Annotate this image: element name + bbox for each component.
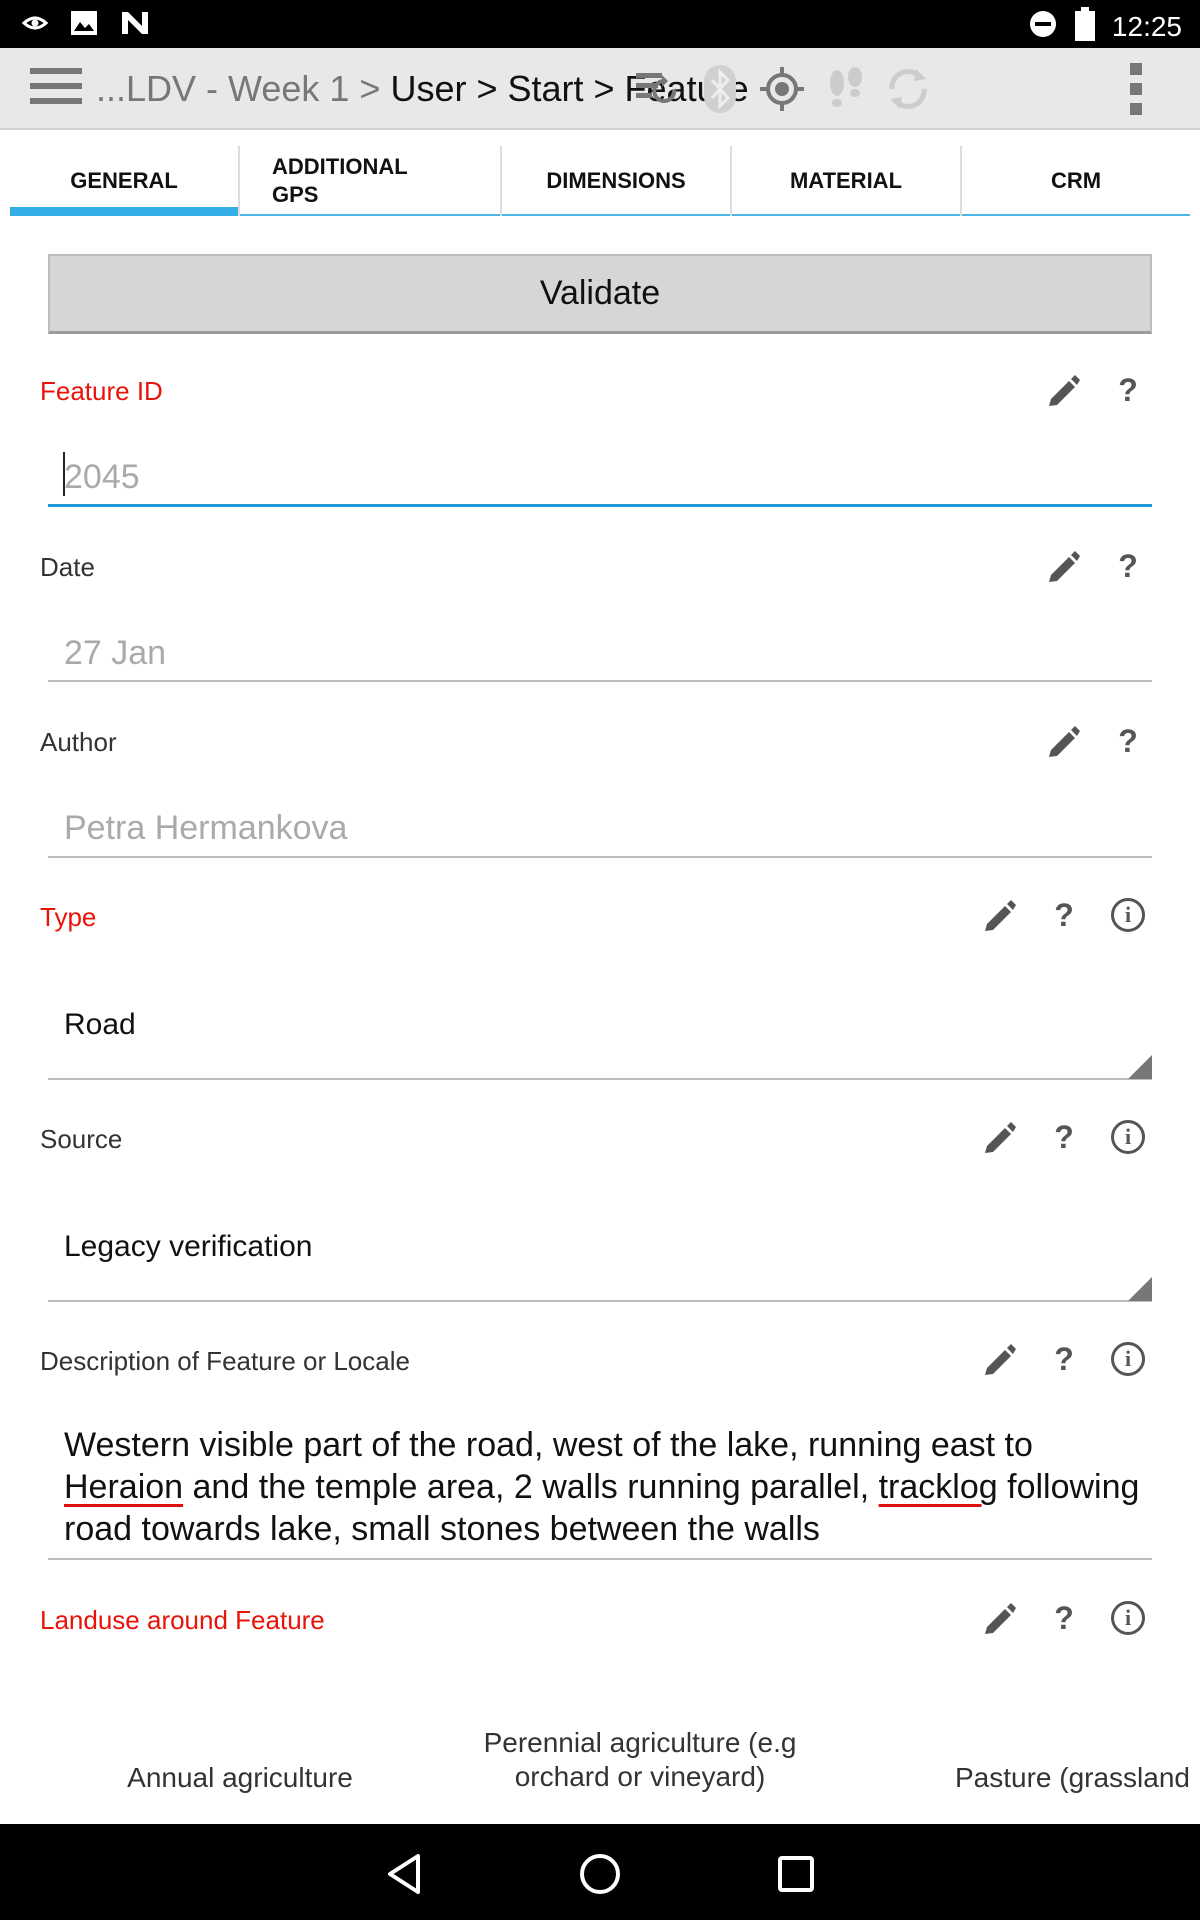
tab-crm[interactable]: CRM [962,146,1190,216]
description-underline [48,1558,1152,1560]
help-icon[interactable]: ? [1106,544,1150,588]
info-icon[interactable]: i [1106,1337,1150,1381]
overflow-menu-icon[interactable] [1108,60,1164,118]
tab-additional-gps[interactable]: ADDITIONAL GPS [240,146,502,216]
image-icon [70,10,98,41]
description-label: Description of Feature or Locale [40,1346,410,1376]
status-bar: 12:25 [0,0,1200,48]
refresh-icon[interactable] [880,60,936,118]
type-underline [48,1078,1152,1080]
back-icon[interactable] [376,1846,432,1902]
n-logo-icon [120,10,150,41]
do-not-disturb-icon [1028,9,1058,44]
edit-icon[interactable] [1042,368,1086,412]
landuse-option-perennial[interactable]: Perennial agriculture (e.g orchard or vi… [460,1726,820,1794]
info-icon[interactable]: i [1106,1115,1150,1159]
tab-label: GENERAL [70,168,178,193]
eye-icon [21,12,49,39]
description-text: Western visible part of the road, west o… [64,1426,1033,1464]
breadcrumb-prefix[interactable]: ...LDV - Week 1 > [96,68,390,109]
landuse-option-pasture[interactable]: Pasture (grassland [880,1761,1190,1795]
edit-icon[interactable] [978,893,1022,937]
source-select[interactable]: Legacy verification [64,1230,312,1264]
help-icon[interactable]: ? [1042,1115,1086,1159]
tab-label: CRM [1050,168,1102,193]
info-icon[interactable]: i [1106,1596,1150,1640]
landuse-option-annual[interactable]: Annual agriculture [80,1761,400,1795]
help-icon[interactable]: ? [1042,1596,1086,1640]
author-field[interactable]: Petra Hermankova [64,809,347,848]
dropdown-arrow-icon[interactable] [1128,1055,1152,1079]
help-icon[interactable]: ? [1106,719,1150,763]
date-field[interactable]: 27 Jan [64,634,166,673]
edit-icon[interactable] [978,1596,1022,1640]
tab-bar: GENERAL ADDITIONAL GPS DIMENSIONS MATERI… [10,146,1190,216]
clock: 12:25 [1111,10,1182,42]
tab-dimensions[interactable]: DIMENSIONS [502,146,732,216]
source-label: Source [40,1124,123,1154]
bluetooth-icon[interactable] [692,60,748,118]
sync-icon[interactable] [628,60,684,118]
feature-id-label: Feature ID [40,376,163,406]
action-bar: ...LDV - Week 1 > User > Start > Feature [0,48,1200,130]
navigation-bar [0,1824,1200,1920]
date-label: Date [40,552,95,582]
tracklog-icon[interactable] [818,60,874,118]
feature-id-underline [48,504,1152,507]
edit-icon[interactable] [1042,544,1086,588]
source-underline [48,1300,1152,1302]
menu-icon[interactable] [30,68,82,110]
gps-icon[interactable] [754,60,810,118]
info-icon[interactable]: i [1106,893,1150,937]
feature-id-field[interactable]: 2045 [64,458,140,497]
description-textarea[interactable]: Western visible part of the road, west o… [64,1424,1144,1550]
battery-icon [1074,7,1096,46]
validate-button[interactable]: Validate [48,254,1152,334]
description-text: and the temple area, 2 walls running par… [183,1468,879,1506]
help-icon[interactable]: ? [1106,368,1150,412]
misspelled-word: Heraion [64,1468,184,1506]
misspelled-word: tracklog [878,1468,998,1506]
help-icon[interactable]: ? [1042,1337,1086,1381]
tab-label: ADDITIONAL GPS [272,154,408,207]
home-icon[interactable] [572,1846,628,1902]
tab-label: MATERIAL [789,168,903,193]
type-select[interactable]: Road [64,1008,136,1042]
tab-material[interactable]: MATERIAL [732,146,962,216]
tab-general[interactable]: GENERAL [10,146,240,216]
edit-icon[interactable] [978,1337,1022,1381]
help-icon[interactable]: ? [1042,893,1086,937]
author-underline [48,856,1152,858]
text-cursor [63,452,65,496]
edit-icon[interactable] [978,1115,1022,1159]
edit-icon[interactable] [1042,719,1086,763]
author-label: Author [40,727,117,757]
recents-icon[interactable] [768,1846,824,1902]
type-label: Type [40,902,97,932]
date-underline [48,680,1152,682]
landuse-label: Landuse around Feature [40,1605,325,1635]
tab-label: DIMENSIONS [546,168,686,193]
dropdown-arrow-icon[interactable] [1128,1277,1152,1301]
